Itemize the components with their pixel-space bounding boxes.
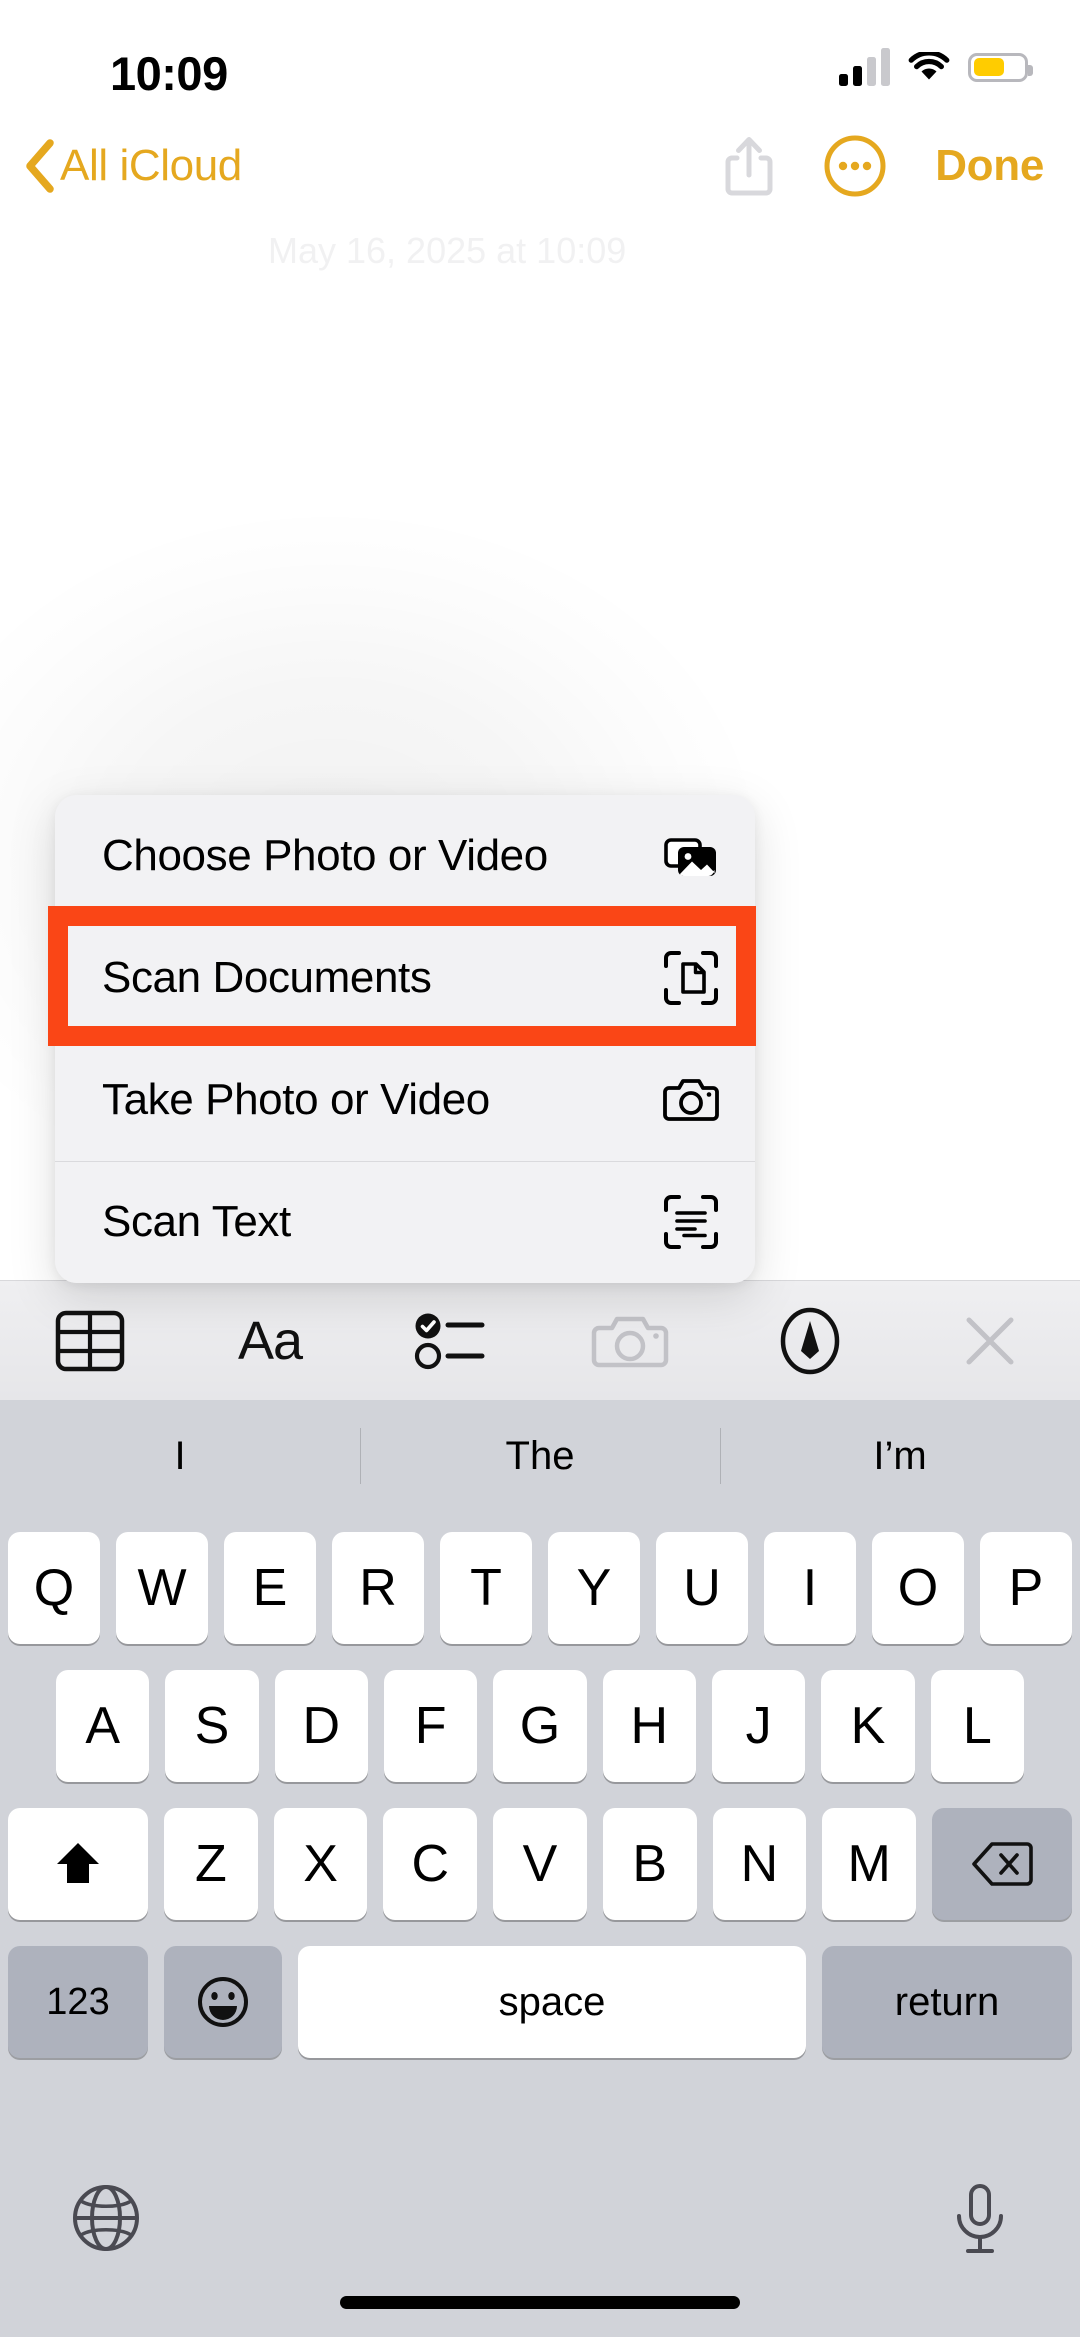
close-icon [966, 1317, 1014, 1364]
menu-item-scan-text[interactable]: Scan Text [55, 1161, 755, 1283]
menu-item-choose-photo-or-video[interactable]: Choose Photo or Video [55, 795, 755, 917]
key-w[interactable]: W [116, 1532, 208, 1644]
key-u[interactable]: U [656, 1532, 748, 1644]
done-button[interactable]: Done [935, 141, 1044, 191]
prediction-1[interactable]: I [0, 1400, 360, 1512]
prediction-2[interactable]: The [360, 1400, 720, 1512]
key-s[interactable]: S [165, 1670, 259, 1782]
keyboard-row-2: ASDFGHJKL [0, 1670, 1080, 1782]
space-key[interactable]: space [298, 1946, 806, 2058]
predictive-text-bar: I The I’m [0, 1400, 1080, 1512]
key-h[interactable]: H [602, 1670, 696, 1782]
key-i[interactable]: I [764, 1532, 856, 1644]
key-v[interactable]: V [493, 1808, 587, 1920]
menu-item-label: Take Photo or Video [102, 1075, 490, 1124]
onscreen-keyboard: QWERTYUIOP ASDFGHJKL ZXCVBNM 123 space r… [0, 1512, 1080, 2337]
navigation-bar: All iCloud Done [0, 110, 1080, 222]
key-x[interactable]: X [273, 1808, 368, 1920]
table-button[interactable] [0, 1281, 180, 1401]
return-key[interactable]: return [822, 1946, 1072, 2058]
key-n[interactable]: N [712, 1808, 807, 1920]
back-button-label: All iCloud [60, 141, 242, 190]
key-r[interactable]: R [332, 1532, 424, 1644]
key-q[interactable]: Q [8, 1532, 100, 1644]
notes-format-toolbar: Aa [0, 1280, 1080, 1400]
attachment-action-menu: Choose Photo or Video Scan Documents Tak… [55, 795, 755, 1283]
key-o[interactable]: O [872, 1532, 964, 1644]
keyboard-row-3-letters: ZXCVBNM [164, 1808, 917, 1920]
home-indicator [340, 2296, 740, 2309]
cellular-signal-icon [839, 48, 890, 86]
key-f[interactable]: F [384, 1670, 478, 1782]
markup-pen-icon [780, 1307, 840, 1374]
shift-key[interactable] [8, 1808, 148, 1920]
scan-document-icon [664, 951, 718, 1005]
more-circle-icon[interactable] [823, 134, 887, 198]
back-button-all-icloud[interactable]: All iCloud [22, 134, 242, 198]
keyboard-row-3: ZXCVBNM [0, 1808, 1080, 1920]
menu-item-label: Choose Photo or Video [102, 831, 548, 880]
iphone-notes-screen: 10:09 All iCloud Done May 16, 2025 at 10… [0, 0, 1080, 2337]
keyboard-row-4: 123 space return [0, 1946, 1080, 2058]
checklist-button[interactable] [360, 1281, 540, 1401]
key-y[interactable]: Y [548, 1532, 640, 1644]
menu-item-scan-documents[interactable]: Scan Documents [55, 917, 755, 1039]
status-bar-indicators [839, 48, 1033, 86]
key-b[interactable]: B [602, 1808, 697, 1920]
checklist-icon [414, 1313, 485, 1369]
keyboard-bottom-row [0, 2152, 1080, 2337]
wifi-icon [908, 51, 950, 79]
key-d[interactable]: D [274, 1670, 368, 1782]
status-bar: 10:09 [0, 0, 1080, 110]
menu-item-take-photo-or-video[interactable]: Take Photo or Video [55, 1039, 755, 1161]
photo-stack-icon [664, 838, 716, 876]
shift-icon [57, 1843, 99, 1883]
battery-icon [968, 52, 1033, 82]
table-icon [55, 1310, 125, 1371]
markup-button[interactable] [720, 1281, 900, 1401]
text-format-button[interactable]: Aa [180, 1281, 360, 1401]
key-p[interactable]: P [980, 1532, 1072, 1644]
camera-button[interactable] [540, 1281, 720, 1401]
menu-item-label: Scan Documents [102, 953, 432, 1002]
key-a[interactable]: A [56, 1670, 150, 1782]
delete-backward-icon [972, 1842, 1033, 1886]
keyboard-row-1: QWERTYUIOP [0, 1532, 1080, 1644]
key-t[interactable]: T [440, 1532, 532, 1644]
emoji-icon [198, 1977, 248, 2027]
share-icon[interactable] [723, 133, 775, 199]
delete-key[interactable] [932, 1808, 1072, 1920]
status-bar-time: 10:09 [110, 47, 228, 100]
menu-item-label: Scan Text [102, 1197, 291, 1246]
close-toolbar-button[interactable] [900, 1281, 1080, 1401]
key-l[interactable]: L [930, 1670, 1024, 1782]
note-date-text: May 16, 2025 at 10:09 [268, 230, 627, 271]
prediction-3[interactable]: I’m [720, 1400, 1080, 1512]
key-j[interactable]: J [711, 1670, 806, 1782]
numbers-key[interactable]: 123 [8, 1946, 148, 2058]
key-g[interactable]: G [493, 1670, 587, 1782]
key-m[interactable]: M [822, 1808, 917, 1920]
microphone-icon[interactable] [950, 2182, 1010, 2260]
key-e[interactable]: E [224, 1532, 316, 1644]
globe-icon[interactable] [70, 2182, 142, 2254]
emoji-key[interactable] [164, 1946, 282, 2058]
text-format-icon: Aa [237, 1310, 303, 1371]
scan-text-icon [664, 1195, 718, 1249]
camera-icon [591, 1316, 669, 1367]
navigation-bar-actions: Done [723, 132, 1044, 200]
key-k[interactable]: K [821, 1670, 915, 1782]
camera-icon [663, 1079, 719, 1121]
chevron-left-icon [26, 139, 54, 193]
key-c[interactable]: C [383, 1808, 478, 1920]
key-z[interactable]: Z [164, 1808, 258, 1920]
